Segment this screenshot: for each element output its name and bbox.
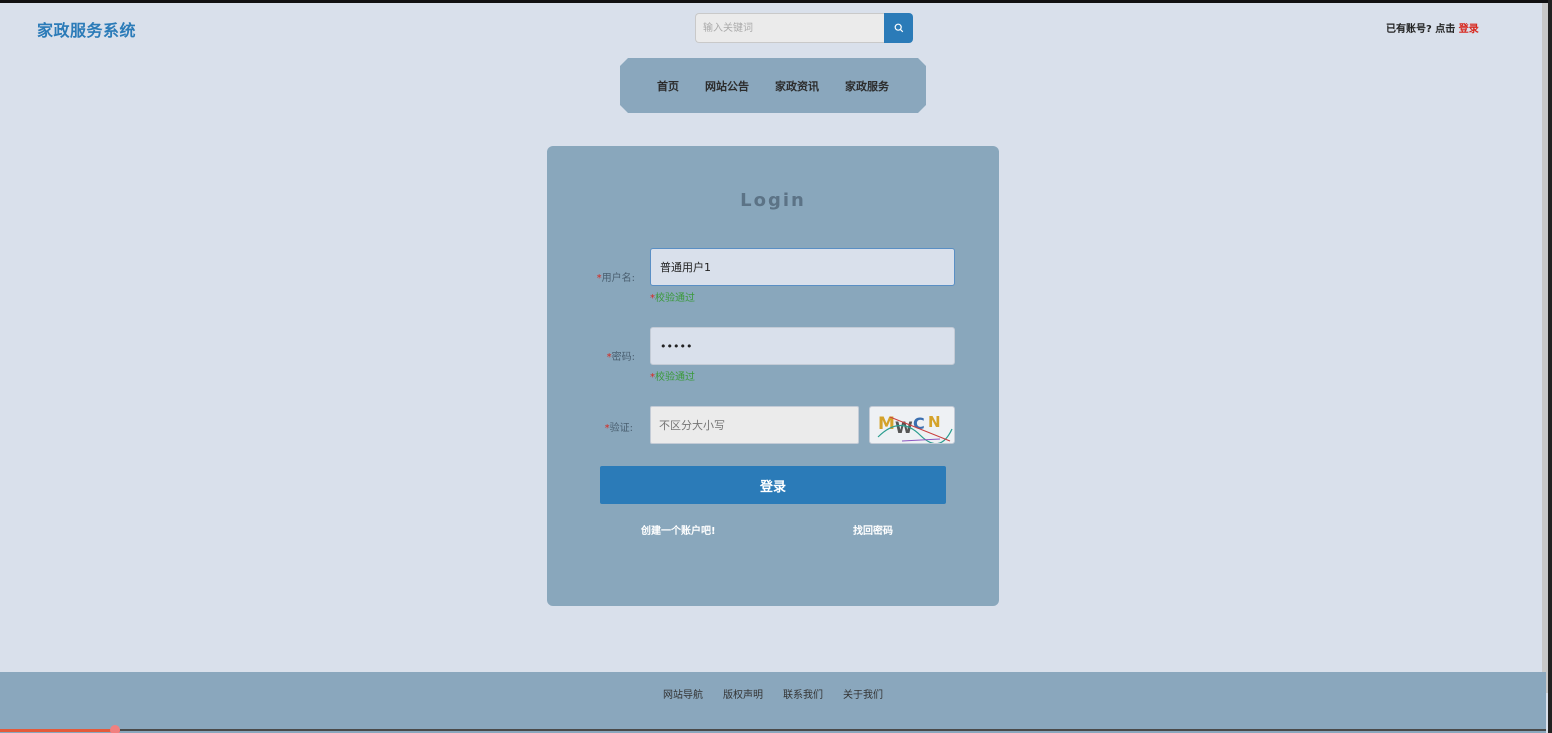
login-title: Login — [740, 190, 806, 211]
password-label: *密码: — [606, 352, 635, 363]
username-field[interactable] — [650, 248, 955, 286]
username-label: *用户名: — [596, 273, 635, 284]
footer-link-about[interactable]: 关于我们 — [833, 686, 893, 733]
header-login-link[interactable]: 登录 — [1459, 24, 1479, 35]
site-brand[interactable]: 家政服务系统 — [37, 17, 136, 41]
nav-item-announcements[interactable]: 网站公告 — [692, 78, 762, 94]
search-input[interactable] — [695, 13, 885, 43]
password-valid-message: *校验通过 — [650, 372, 695, 383]
footer-link-contact[interactable]: 联系我们 — [773, 686, 833, 733]
footer-link-sitemap[interactable]: 网站导航 — [653, 686, 713, 733]
nav-item-news[interactable]: 家政资讯 — [762, 78, 832, 94]
search-icon — [894, 21, 904, 36]
captcha-label: *验证: — [604, 423, 633, 434]
search-bar — [695, 13, 913, 43]
svg-text:N: N — [928, 413, 941, 431]
register-link[interactable]: 创建一个账户吧! — [641, 522, 716, 537]
captcha-input[interactable] — [650, 406, 859, 444]
main-nav: 首页 网站公告 家政资讯 家政服务 — [620, 58, 926, 113]
login-card: Login *用户名: *校验通过 *密码: *校验通过 *验证: M W C … — [547, 146, 999, 606]
login-submit-button[interactable]: 登录 — [600, 466, 946, 504]
window-top-edge — [0, 0, 1552, 3]
window-right-edge — [1548, 0, 1552, 733]
footer-link-copyright[interactable]: 版权声明 — [713, 686, 773, 733]
nav-item-services[interactable]: 家政服务 — [832, 78, 902, 94]
account-prompt-area: 已有账号? 点击 登录 — [1386, 20, 1479, 35]
captcha-image[interactable]: M W C N — [869, 406, 955, 444]
nav-item-home[interactable]: 首页 — [644, 78, 692, 94]
progress-dot — [110, 725, 120, 733]
forgot-password-link[interactable]: 找回密码 — [853, 522, 893, 537]
window-bottom-edge — [0, 729, 1546, 731]
search-button[interactable] — [884, 13, 913, 43]
password-field[interactable] — [650, 327, 955, 365]
footer: 网站导航 版权声明 联系我们 关于我们 — [0, 672, 1546, 733]
username-valid-message: *校验通过 — [650, 293, 695, 304]
progress-indicator — [0, 729, 120, 732]
svg-text:M: M — [878, 414, 895, 434]
vertical-scrollbar[interactable] — [1542, 3, 1548, 693]
account-prompt-text: 已有账号? 点击 — [1386, 24, 1456, 35]
